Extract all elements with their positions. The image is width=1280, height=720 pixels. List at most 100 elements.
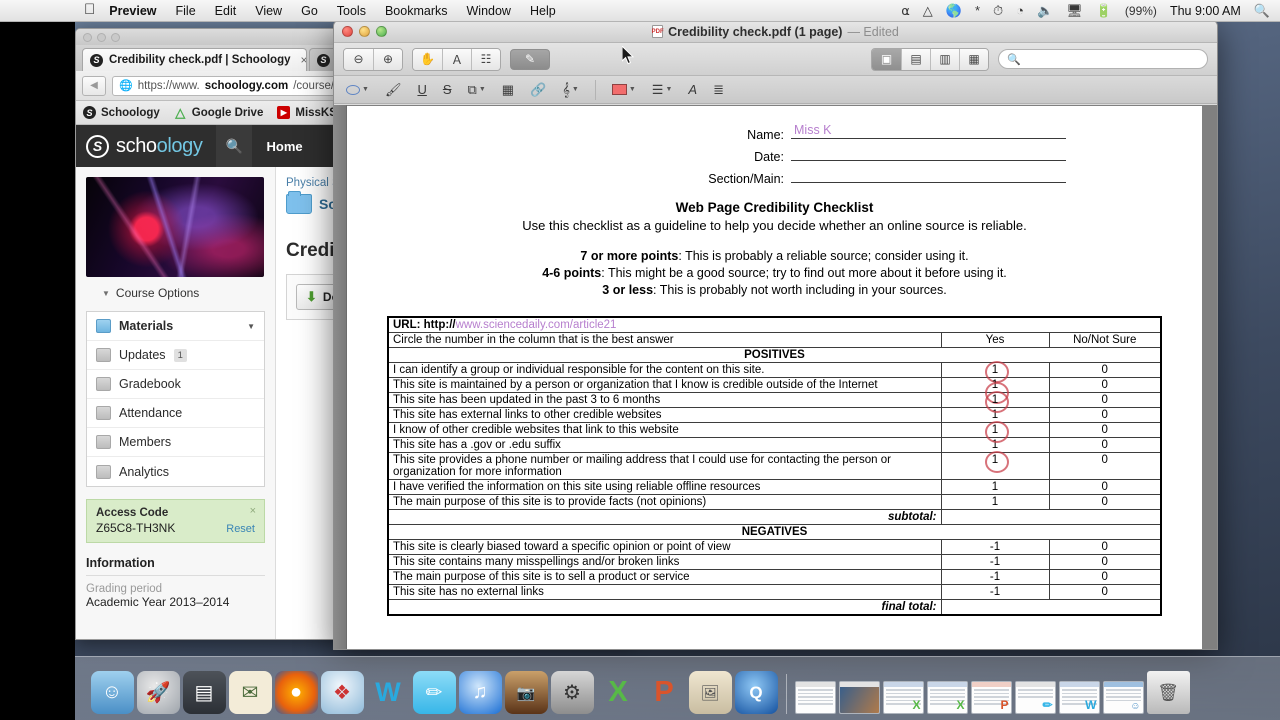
dock-icon-mail[interactable]: ✉ (228, 671, 272, 714)
menu-clock[interactable]: Thu 9:00 AM (1170, 4, 1241, 18)
back-button[interactable]: ◀ (82, 75, 106, 96)
course-options-toggle[interactable]: ▼ Course Options (86, 286, 265, 300)
dock-icon-word[interactable]: W (367, 671, 410, 714)
menu-item-go[interactable]: Go (301, 4, 318, 18)
battery-icon[interactable]: 🔋 (1096, 4, 1112, 17)
signature-icon[interactable]: 𝄞 ▼ (562, 82, 579, 98)
dock-icon-finder[interactable]: ☺ (90, 671, 134, 714)
zoom-in-icon[interactable]: ⊕ (373, 48, 402, 70)
sidebar-item-updates[interactable]: Updates 1 (87, 341, 264, 370)
note-icon[interactable]: ▦ (502, 82, 514, 98)
shape-oval-icon[interactable]: ▼ (346, 84, 369, 95)
bookmark-schoology[interactable]: S Schoology (83, 106, 160, 119)
wifi-icon[interactable]: ◔ (1016, 4, 1024, 17)
row-no[interactable]: 0 (1048, 421, 1162, 438)
underline-icon[interactable]: U (417, 82, 426, 97)
dock-minimized-document-window[interactable] (794, 681, 836, 714)
menu-item-preview[interactable]: Preview (109, 4, 156, 18)
dock-icon-preview[interactable]: 🖼 (688, 671, 732, 714)
dock-icon-itunes[interactable]: ♫ (458, 671, 502, 714)
dock-minimized-finder-window[interactable]: ☺ (1102, 681, 1144, 714)
dock-icon-notes[interactable]: ✏ (412, 671, 456, 714)
browser-zoom-button[interactable] (111, 32, 120, 42)
access-code-reset-link[interactable]: Reset (226, 523, 255, 535)
row-yes[interactable]: -1 (940, 568, 1050, 585)
view-grid-icon[interactable]: ▦ (959, 48, 988, 70)
dock-icon-trash[interactable]: 🗑 (1146, 671, 1190, 714)
view-thumbnails-icon[interactable]: ▤ (901, 48, 930, 70)
fill-color-icon[interactable]: ▼ (611, 84, 636, 95)
dock-icon-quicktime[interactable]: Q (734, 671, 778, 714)
dock-icon-firefox[interactable]: ● (274, 671, 318, 714)
spotlight-search-icon[interactable]: 🔍 (1254, 4, 1270, 17)
dock-minimized-excel-window-1[interactable]: X (882, 681, 924, 714)
row-yes[interactable]: 1 (940, 420, 1050, 443)
sidebar-item-analytics[interactable]: Analytics (87, 457, 264, 486)
bookmark-google-drive[interactable]: △ Google Drive (174, 105, 263, 120)
text-select-icon[interactable]: Ａ (442, 48, 471, 70)
field-line[interactable] (791, 146, 1066, 161)
dock-minimized-word-window[interactable]: W (1058, 681, 1100, 714)
link-icon[interactable]: 🔗 (530, 82, 546, 98)
row-no[interactable]: 0 (1048, 391, 1162, 408)
menu-item-bookmarks[interactable]: Bookmarks (385, 4, 448, 18)
hand-tool-icon[interactable]: ✋ (413, 48, 442, 70)
dock-icon-safari[interactable]: ❖ (320, 671, 364, 714)
row-no[interactable]: 0 (1048, 538, 1162, 555)
row-yes[interactable]: -1 (940, 553, 1050, 570)
dock-icon-launchpad[interactable]: 🚀 (136, 671, 180, 714)
schoology-home-link[interactable]: Home (266, 139, 302, 154)
final-total-value[interactable] (940, 598, 1162, 616)
volume-icon[interactable]: 🔈 (1037, 4, 1053, 17)
row-no[interactable]: 0 (1048, 436, 1162, 453)
row-no[interactable]: 0 (1048, 493, 1162, 510)
dropbox-icon[interactable]: ⍺ (901, 4, 910, 17)
row-no[interactable]: 0 (1048, 406, 1162, 423)
row-yes[interactable]: 1 (940, 390, 1050, 413)
row-yes[interactable]: 1 (940, 450, 1050, 480)
view-single-page-icon[interactable]: ▣ (872, 48, 901, 70)
row-no[interactable]: 0 (1048, 568, 1162, 585)
dock-icon-mission-control[interactable]: ▤ (182, 671, 226, 714)
dock-minimized-photo-window[interactable] (838, 681, 880, 714)
view-contact-sheet-icon[interactable]: ▥ (930, 48, 959, 70)
row-no[interactable]: 0 (1048, 583, 1162, 600)
menu-item-window[interactable]: Window (467, 4, 511, 18)
strikethrough-icon[interactable]: S (443, 82, 452, 97)
row-yes[interactable]: 1 (940, 360, 1050, 383)
close-icon[interactable]: × (301, 53, 307, 67)
crop-icon[interactable]: ⧉ ▼ (468, 82, 486, 98)
field-line[interactable] (791, 168, 1066, 183)
schoology-logo[interactable]: S schoology (86, 134, 203, 158)
menu-item-edit[interactable]: Edit (215, 4, 237, 18)
display-icon[interactable]: 🖥 (1066, 4, 1083, 17)
pdf-page[interactable]: Name: Miss K Date: Section/Main: Web Pag… (347, 106, 1202, 649)
zoom-out-icon[interactable]: ⊖ (344, 48, 373, 70)
google-drive-icon[interactable]: △ (923, 4, 933, 17)
schoology-search-icon[interactable]: 🔍 (216, 125, 253, 167)
browser-tab-active[interactable]: S Credibility check.pdf | Schoology × (82, 48, 307, 71)
dock-minimized-excel-window-2[interactable]: X (926, 681, 968, 714)
sidebar-item-attendance[interactable]: Attendance (87, 399, 264, 428)
preview-titlebar[interactable]: PDF Credibility check.pdf (1 page) — Edi… (334, 21, 1217, 43)
menu-item-view[interactable]: View (255, 4, 282, 18)
list-icon[interactable]: ≣ (713, 82, 724, 98)
row-yes[interactable]: 1 (940, 376, 1050, 404)
row-no[interactable]: 0 (1048, 361, 1162, 378)
dock-icon-powerpoint[interactable]: P (643, 671, 686, 714)
field-line[interactable]: Miss K (791, 123, 1066, 139)
bluetooth-icon[interactable]: * (975, 4, 980, 17)
row-yes[interactable]: -1 (940, 538, 1050, 555)
dock-icon-system-preferences[interactable]: ⚙ (550, 671, 594, 714)
browser-minimize-button[interactable] (97, 32, 106, 42)
preview-window[interactable]: PDF Credibility check.pdf (1 page) — Edi… (333, 20, 1218, 650)
chevron-down-icon[interactable]: ▼ (247, 322, 255, 331)
sidebar-item-gradebook[interactable]: Gradebook (87, 370, 264, 399)
sidebar-item-materials[interactable]: Materials ▼ (87, 312, 264, 341)
evernote-icon[interactable]: 🌎 (946, 4, 962, 17)
row-no[interactable]: 0 (1048, 376, 1162, 393)
preview-search-input[interactable]: 🔍 (998, 49, 1208, 69)
row-no[interactable]: 0 (1048, 553, 1162, 570)
font-icon[interactable]: A (688, 82, 697, 97)
menu-item-file[interactable]: File (176, 4, 196, 18)
